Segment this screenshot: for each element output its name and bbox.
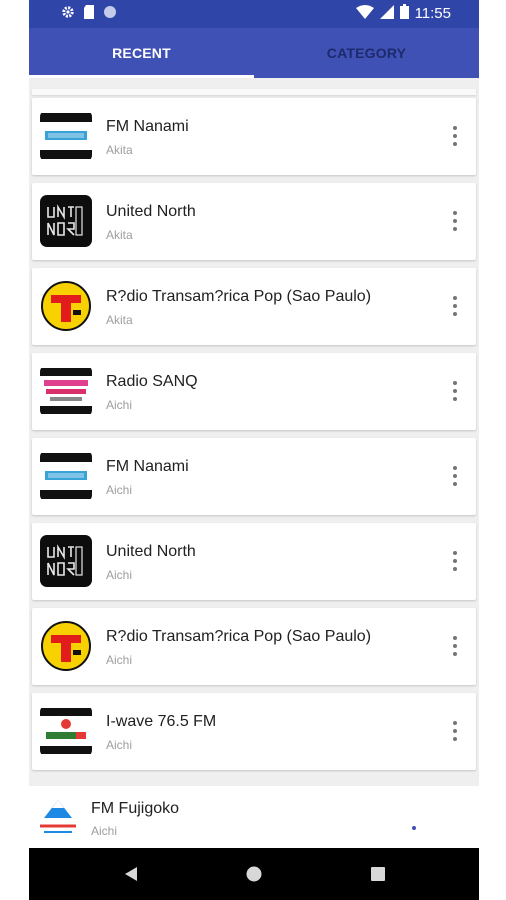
more-options-icon[interactable] [452,636,458,656]
station-card[interactable]: I-wave 76.5 FM Aichi [32,693,476,770]
station-region: Aichi [106,568,133,582]
more-options-icon[interactable] [452,296,458,316]
tab-bar: RECENT CATEGORY [29,28,479,78]
united-north-logo [40,195,92,247]
more-options-icon[interactable] [452,211,458,231]
recents-icon[interactable] [366,862,390,886]
status-time: 11:55 [414,5,451,22]
station-region: Aichi [106,738,133,752]
progress-indicator [412,826,416,830]
station-name: FM Fujigoko [91,800,180,817]
more-options-icon[interactable] [452,126,458,146]
system-nav-bar [29,848,479,900]
back-icon[interactable] [119,862,143,886]
station-list[interactable]: FM Nanami Akita United North Akita R?dio… [29,78,479,848]
station-card[interactable]: Radio SANQ Aichi [32,353,476,430]
fm-nanami-logo [40,450,92,502]
battery-icon [399,4,409,23]
fm-nanami-logo [40,110,92,162]
more-options-icon[interactable] [452,381,458,401]
station-name: R?dio Transam?rica Pop (Sao Paulo) [106,288,372,305]
station-name: R?dio Transam?rica Pop (Sao Paulo) [106,628,372,645]
station-name: United North [106,543,196,560]
tab-category[interactable]: CATEGORY [254,28,479,78]
station-region: Akita [106,228,133,242]
settings-icon [61,5,75,24]
station-region: Akita [106,313,133,327]
station-card[interactable]: FM Nanami Aichi [32,438,476,515]
station-region: Aichi [106,398,133,412]
status-bar: 11:55 [29,0,479,28]
status-left-icons [61,5,117,24]
more-options-icon[interactable] [452,551,458,571]
i-wave-logo [40,705,92,757]
station-card[interactable]: R?dio Transam?rica Pop (Sao Paulo) Aichi [32,608,476,685]
status-right-icons: 11:55 [355,4,451,23]
wifi-icon [355,4,374,23]
station-card[interactable]: FM Nanami Akita [32,98,476,175]
station-card[interactable]: United North Akita [32,183,476,260]
more-options-icon[interactable] [452,721,458,741]
sd-card-icon [83,5,95,24]
station-region: Aichi [106,483,133,497]
united-north-logo [40,535,92,587]
station-card[interactable]: United North Aichi [32,523,476,600]
station-name: United North [106,203,196,220]
radio-sanq-logo [40,365,92,417]
transamerica-logo [40,620,92,672]
mini-player[interactable]: FM Fujigoko Aichi [29,786,479,848]
station-name: Radio SANQ [106,373,198,390]
notification-dot-icon [103,5,117,24]
station-name: FM Nanami [106,458,189,475]
station-region: Aichi [106,653,133,667]
station-name: FM Nanami [106,118,189,135]
tab-recent[interactable]: RECENT [29,28,254,78]
station-name: I-wave 76.5 FM [106,713,217,730]
fm-fujigoko-logo [36,796,80,836]
station-card[interactable]: R?dio Transam?rica Pop (Sao Paulo) Akita [32,268,476,345]
signal-icon [379,4,394,23]
home-icon[interactable] [242,862,266,886]
list-edge [32,89,476,95]
station-region: Akita [106,143,133,157]
app-screen: 11:55 RECENT CATEGORY FM Nanami Akita Un… [29,0,479,900]
transamerica-logo [40,280,92,332]
more-options-icon[interactable] [452,466,458,486]
station-region: Aichi [91,824,118,838]
